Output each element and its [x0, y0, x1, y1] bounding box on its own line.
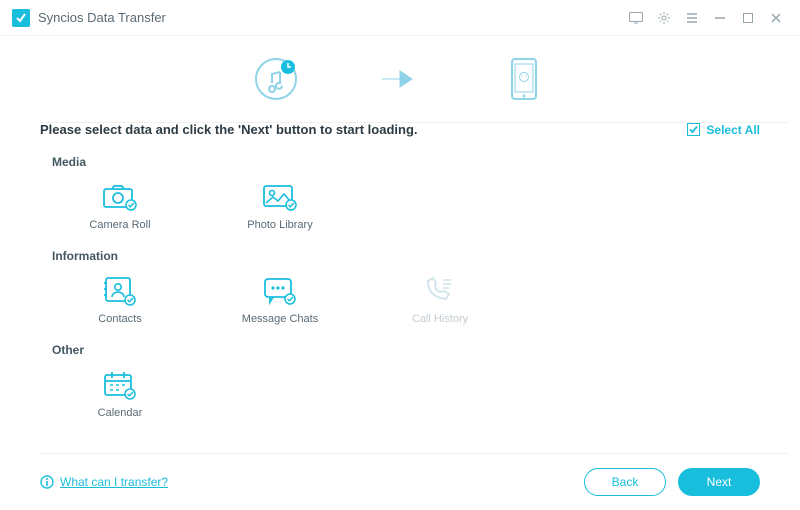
section-label-information: Information	[52, 249, 760, 263]
fullscreen-icon[interactable]	[624, 6, 648, 30]
menu-icon[interactable]	[680, 6, 704, 30]
content-area: Please select data and click the 'Next' …	[0, 112, 800, 419]
tile-label: Contacts	[40, 313, 200, 325]
tile-contacts[interactable]: Contacts	[40, 271, 200, 325]
close-button[interactable]	[764, 6, 788, 30]
section-label-media: Media	[52, 155, 760, 169]
tile-label: Photo Library	[200, 219, 360, 231]
contacts-icon	[40, 275, 200, 307]
next-button[interactable]: Next	[678, 468, 760, 496]
maximize-button[interactable]	[736, 6, 760, 30]
tile-label: Message Chats	[200, 313, 360, 325]
photo-icon	[200, 181, 360, 213]
tile-message-chats[interactable]: Message Chats	[200, 271, 360, 325]
app-logo-icon	[12, 9, 30, 27]
app-title: Syncios Data Transfer	[38, 10, 166, 25]
select-all-label: Select All	[706, 123, 760, 137]
tile-photo-library[interactable]: Photo Library	[200, 177, 360, 231]
help-link[interactable]: What can I transfer?	[40, 475, 168, 489]
calendar-icon	[40, 369, 200, 401]
back-label: Back	[612, 475, 639, 489]
instruction-text: Please select data and click the 'Next' …	[40, 122, 418, 137]
minimize-button[interactable]	[708, 6, 732, 30]
back-button[interactable]: Back	[584, 468, 666, 496]
tile-camera-roll[interactable]: Camera Roll	[40, 177, 200, 231]
arrow-right-icon	[378, 57, 422, 101]
tile-calendar[interactable]: Calendar	[40, 365, 200, 419]
message-icon	[200, 275, 360, 307]
tile-label: Call History	[360, 313, 520, 325]
callhistory-icon	[360, 275, 520, 307]
divider	[40, 122, 788, 123]
camera-icon	[40, 181, 200, 213]
footer: What can I transfer? Back Next	[0, 454, 800, 510]
titlebar: Syncios Data Transfer	[0, 0, 800, 36]
target-device-icon	[502, 57, 546, 101]
tile-call-history: Call History	[360, 271, 520, 325]
help-label: What can I transfer?	[60, 475, 168, 489]
transfer-flow	[0, 36, 800, 112]
select-all-checkbox-icon	[687, 123, 700, 136]
info-icon	[40, 475, 54, 489]
source-device-icon	[254, 57, 298, 101]
tile-label: Calendar	[40, 407, 200, 419]
gear-icon[interactable]	[652, 6, 676, 30]
tile-label: Camera Roll	[40, 219, 200, 231]
select-all-toggle[interactable]: Select All	[687, 123, 760, 137]
section-label-other: Other	[52, 343, 760, 357]
next-label: Next	[707, 475, 732, 489]
